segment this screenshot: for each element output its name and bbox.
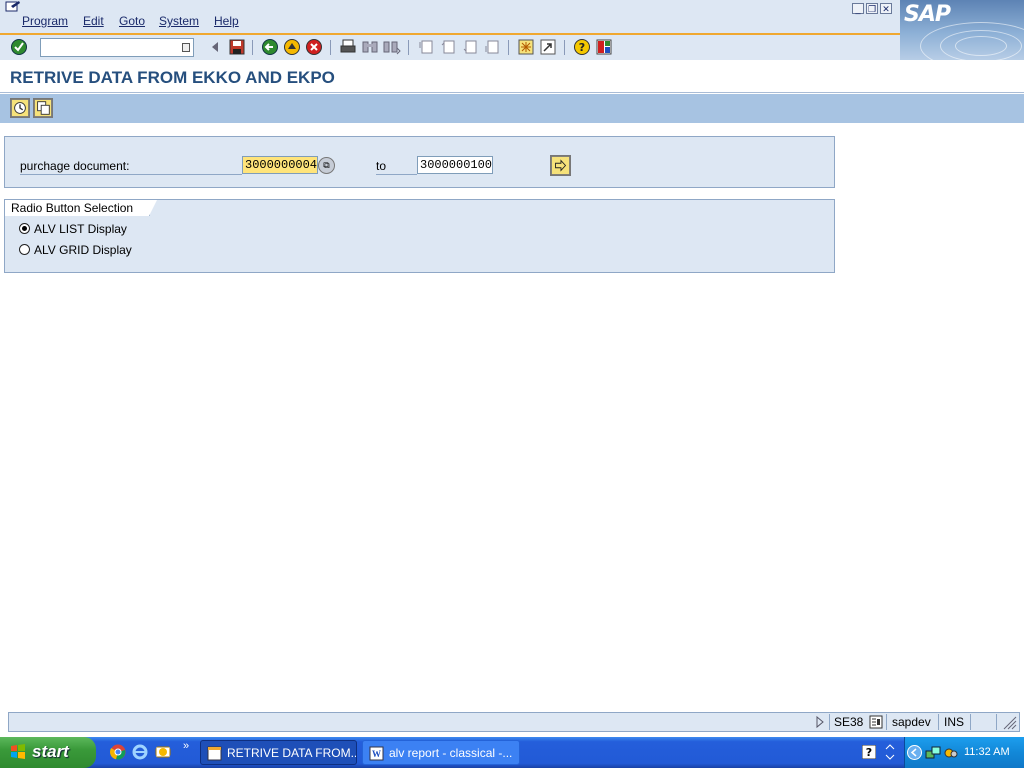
status-bar: SE38 sapdev INS [8,712,1020,732]
clock: 11:32 AM [964,746,1010,758]
prev-page-icon[interactable] [439,38,457,56]
exit-icon[interactable] [283,38,301,56]
radio-alv-grid-label: ALV GRID Display [34,243,132,257]
to-label: to [376,159,417,175]
show-hidden-icons-icon[interactable] [907,745,922,760]
multiple-selection-icon[interactable]: ⧉ [318,157,335,174]
sap-logo: SAP [900,0,1024,60]
menu-bar: Program Edit Goto System Help _ ❐ ✕ SAP [0,0,1024,60]
multiple-selection-arrow-icon[interactable] [550,155,571,176]
purchase-document-high-input[interactable]: 3000000100 [417,156,493,174]
last-page-icon[interactable] [483,38,501,56]
back-small-icon[interactable] [206,38,224,56]
status-toggle-icon[interactable] [814,714,826,730]
window-controls: _ ❐ ✕ [852,1,894,15]
selection-screen: purchage document: 3000000004 ⧉ to 30000… [0,123,1024,711]
taskbar-scroll-icon[interactable] [884,742,896,762]
chrome-icon[interactable] [110,744,126,760]
menu-edit[interactable]: Edit [83,14,104,28]
network-icon[interactable] [925,745,941,761]
help-icon[interactable]: ? [573,38,591,56]
new-session-icon[interactable] [517,38,535,56]
settings-tray-icon[interactable] [943,745,959,761]
svg-text:?: ? [579,41,585,54]
status-mode: INS [944,715,965,729]
menu-goto[interactable]: Goto [119,14,145,28]
radio-alv-list-label: ALV LIST Display [34,222,127,236]
word-document-icon: W [369,746,384,761]
radio-alv-list[interactable]: ALV LIST Display [19,221,127,237]
layout-icon[interactable] [595,38,613,56]
menu-program[interactable]: Program [22,14,68,28]
purchase-document-label: purchage document: [20,159,242,175]
quicklaunch-more[interactable]: » [183,740,189,752]
frame-title: Radio Button Selection [5,200,158,216]
svg-text:?: ? [866,746,872,759]
start-label: start [32,742,69,761]
sap-logo-text: SAP [904,2,951,27]
close-icon[interactable]: ✕ [880,3,892,14]
cancel-icon[interactable] [305,38,323,56]
menu-system[interactable]: System [159,14,199,28]
radio-alv-list-control[interactable] [19,223,30,234]
menu-help[interactable]: Help [214,14,239,28]
command-history-icon[interactable] [182,43,190,52]
enter-icon[interactable] [10,38,28,56]
command-field[interactable] [40,38,194,57]
save-icon[interactable] [228,38,246,56]
first-page-icon[interactable] [417,38,435,56]
svg-text:W: W [372,749,381,759]
next-page-icon[interactable] [461,38,479,56]
back-icon[interactable] [261,38,279,56]
selection-range-block: purchage document: 3000000004 ⧉ to 30000… [4,136,835,188]
help-tray-icon[interactable]: ? [862,745,876,759]
find-icon[interactable] [361,38,379,56]
system-info-icon[interactable] [869,714,883,730]
title-bar: RETRIVE DATA FROM EKKO AND EKPO [0,62,1024,93]
sap-window-icon [207,746,222,761]
radio-button-frame: Radio Button Selection ALV LIST Display … [4,199,835,273]
standard-toolbar: ? [0,33,900,60]
internet-explorer-icon[interactable] [132,744,148,760]
get-variant-icon[interactable] [33,98,53,118]
system-menu-icon[interactable] [4,0,22,14]
find-next-icon[interactable] [383,38,401,56]
purchase-document-low-input[interactable]: 3000000004 [242,156,318,174]
page-title: RETRIVE DATA FROM EKKO AND EKPO [10,68,335,87]
shortcut-icon[interactable] [539,38,557,56]
radio-alv-grid[interactable]: ALV GRID Display [19,242,132,258]
resize-grip-icon[interactable] [1001,714,1017,730]
status-server: sapdev [892,715,931,729]
start-button[interactable]: start [0,737,96,768]
windows-taskbar: start » RETRIVE DATA FROM... W alv repor… [0,737,1024,768]
print-icon[interactable] [339,38,357,56]
task-label: alv report - classical -... [389,746,513,760]
task-retrive-data[interactable]: RETRIVE DATA FROM... [200,740,357,765]
restore-icon[interactable]: ❐ [866,3,878,14]
windows-flag-icon [11,744,25,759]
outlook-express-icon[interactable] [155,744,171,760]
minimize-icon[interactable]: _ [852,3,864,14]
status-transaction: SE38 [834,715,864,729]
radio-alv-grid-control[interactable] [19,244,30,255]
task-label: RETRIVE DATA FROM... [227,746,357,760]
task-alv-report[interactable]: W alv report - classical -... [362,740,520,765]
execute-icon[interactable] [10,98,30,118]
application-toolbar [0,94,1024,123]
